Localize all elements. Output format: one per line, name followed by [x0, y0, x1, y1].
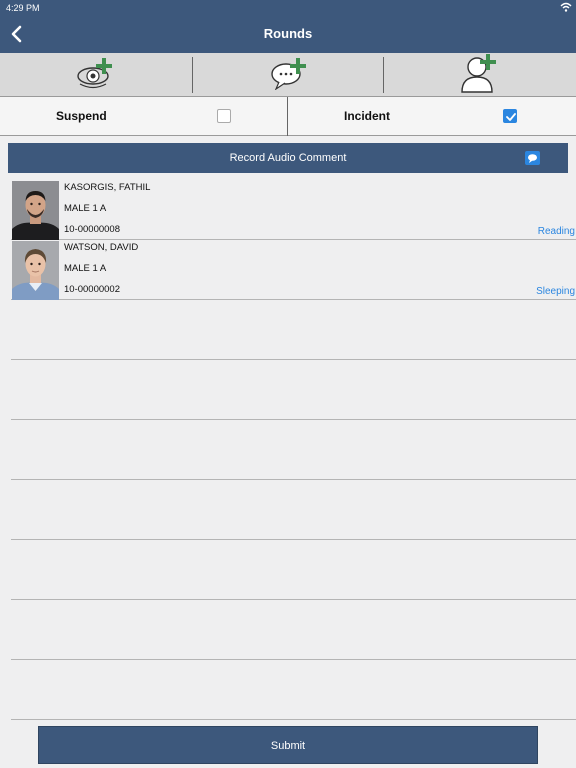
inmate-name: WATSON, DAVID	[64, 242, 139, 253]
empty-list-row	[11, 660, 576, 720]
record-audio-button[interactable]: Record Audio Comment	[8, 143, 568, 173]
inmate-row[interactable]: KASORGIS, FATHIL MALE 1 A 10-00000008 Re…	[11, 180, 576, 240]
status-toggles: Suspend Incident	[0, 97, 576, 136]
inmate-id: 10-00000008	[64, 224, 120, 235]
empty-list-row	[11, 360, 576, 420]
comment-icon[interactable]	[525, 151, 540, 165]
suspend-checkbox[interactable]	[217, 109, 231, 123]
action-toolbar	[0, 53, 576, 97]
empty-list-row	[11, 540, 576, 600]
status-bar: 4:29 PM	[0, 0, 576, 16]
nav-bar: Rounds	[0, 16, 576, 53]
empty-list-row	[11, 300, 576, 360]
add-observation-icon	[76, 56, 116, 95]
empty-list-row	[11, 480, 576, 540]
add-person-button[interactable]	[384, 53, 576, 97]
checkmark-icon	[506, 113, 516, 121]
status-time: 4:29 PM	[6, 3, 40, 13]
inmate-photo	[12, 181, 59, 240]
submit-button[interactable]: Submit	[38, 726, 538, 764]
inmate-location: MALE 1 A	[64, 203, 107, 214]
page-title: Rounds	[263, 26, 313, 41]
incident-label: Incident	[344, 109, 391, 123]
empty-list-row	[11, 420, 576, 480]
inmate-location: MALE 1 A	[64, 263, 107, 274]
add-comment-button[interactable]	[193, 53, 385, 97]
add-observation-button[interactable]	[0, 53, 192, 97]
inmate-status[interactable]: Sleeping	[536, 286, 575, 297]
inmate-row[interactable]: WATSON, DAVID MALE 1 A 10-00000002 Sleep…	[11, 240, 576, 300]
toggle-divider	[287, 97, 288, 136]
record-audio-label: Record Audio Comment	[229, 152, 347, 164]
incident-checkbox[interactable]	[503, 109, 517, 123]
add-person-icon	[460, 53, 500, 98]
inmate-photo	[12, 241, 59, 300]
wifi-icon	[560, 2, 572, 14]
inmate-name: KASORGIS, FATHIL	[64, 182, 151, 193]
inmate-status[interactable]: Reading	[538, 226, 575, 237]
inmate-id: 10-00000002	[64, 284, 120, 295]
add-comment-icon	[269, 56, 309, 95]
suspend-label: Suspend	[56, 109, 107, 123]
empty-list-row	[11, 600, 576, 660]
